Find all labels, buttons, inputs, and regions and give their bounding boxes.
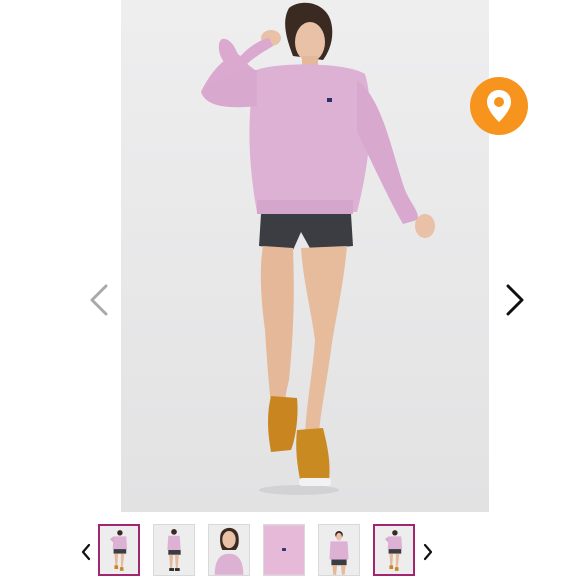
- next-image-button[interactable]: [500, 282, 530, 318]
- thumbnail-full-front-close: [319, 525, 359, 575]
- chevron-left-icon: [81, 543, 91, 561]
- thumbnail-4[interactable]: [263, 524, 305, 576]
- thumbnail-5[interactable]: [318, 524, 360, 576]
- previous-image-button[interactable]: [84, 282, 114, 318]
- thumbnail-full-front: [100, 526, 138, 574]
- chevron-right-icon: [423, 543, 433, 561]
- main-product-image[interactable]: [121, 0, 489, 512]
- thumbnail-fabric-detail: [264, 525, 304, 575]
- model-illustration: [201, 2, 435, 495]
- thumbnail-next-button[interactable]: [420, 542, 436, 562]
- thumbnail-full-side: [154, 525, 194, 575]
- thumbnail-6[interactable]: [373, 524, 415, 576]
- map-pin-icon: [487, 90, 511, 122]
- product-image-viewer: [0, 0, 580, 580]
- store-location-button[interactable]: [470, 77, 528, 135]
- thumbnail-prev-button[interactable]: [78, 542, 94, 562]
- thumbnail-full-front: [375, 526, 413, 574]
- thumbnail-upper-body: [209, 525, 249, 575]
- chevron-left-icon: [90, 284, 108, 316]
- thumbnail-2[interactable]: [153, 524, 195, 576]
- thumbnail-3[interactable]: [208, 524, 250, 576]
- thumbnail-1[interactable]: [98, 524, 140, 576]
- thumbnail-strip: [0, 522, 580, 578]
- chevron-right-icon: [506, 284, 524, 316]
